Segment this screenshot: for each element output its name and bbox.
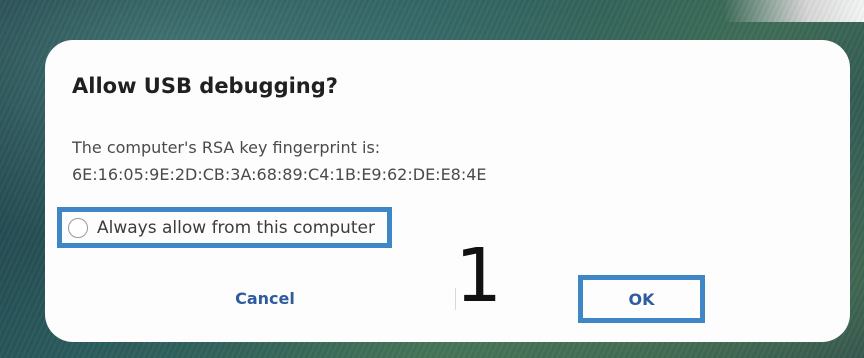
dialog-message: The computer's RSA key fingerprint is: 6… xyxy=(72,134,487,188)
cancel-button[interactable]: Cancel xyxy=(215,283,315,315)
wallpaper-highlight xyxy=(724,0,864,22)
rsa-fingerprint-value: 6E:16:05:9E:2D:CB:3A:68:89:C4:1B:E9:62:D… xyxy=(72,165,487,184)
fingerprint-intro-text: The computer's RSA key fingerprint is: xyxy=(72,138,381,157)
ok-button[interactable]: OK xyxy=(578,275,705,323)
unchecked-circle-icon[interactable] xyxy=(68,217,88,238)
screen: Allow USB debugging? The computer's RSA … xyxy=(0,0,864,358)
usb-debugging-dialog: Allow USB debugging? The computer's RSA … xyxy=(45,40,850,342)
always-allow-checkbox-row[interactable]: Always allow from this computer xyxy=(57,207,392,248)
step-number-annotation: 1 xyxy=(455,233,503,319)
dialog-title: Allow USB debugging? xyxy=(72,74,338,98)
always-allow-label[interactable]: Always allow from this computer xyxy=(97,218,375,238)
